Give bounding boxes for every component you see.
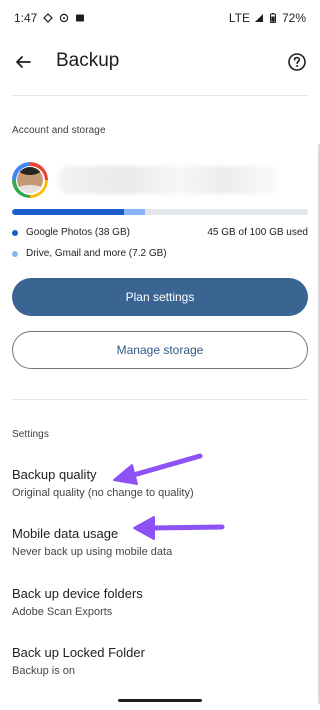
setting-locked-folder[interactable]: Back up Locked Folder Backup is on [12,645,308,678]
legend-photos-label: Google Photos (38 GB) [26,227,130,238]
account-info-blurred [58,166,278,194]
status-right: LTE 72% [229,11,306,25]
setting-subtitle: Backup is on [12,665,75,677]
battery-icon [269,13,276,23]
network-label: LTE [228,11,250,25]
help-icon [288,53,306,71]
photos-notification-icon [76,14,85,22]
annotation-arrow-icon [133,516,225,540]
legend-drive: Drive, Gmail and more (7.2 GB) [12,248,167,259]
section-divider [12,399,308,400]
manage-storage-button[interactable]: Manage storage [12,331,308,369]
drive-dot [12,250,18,257]
signal-icon [254,14,263,22]
section-label-account: Account and storage [12,125,106,136]
plan-settings-button[interactable]: Plan settings [12,278,308,316]
status-time: 1:47 [14,11,38,25]
setting-subtitle: Adobe Scan Exports [12,606,113,618]
legend-photos: Google Photos (38 GB) [12,227,130,238]
help-button[interactable] [284,49,310,75]
avatar[interactable] [12,162,48,198]
annotation-arrow-icon [113,453,203,485]
notification-icon [43,13,54,23]
setting-title: Back up Locked Folder [12,645,145,660]
battery-label: 72% [281,11,306,25]
back-button[interactable] [10,49,36,75]
storage-used-text: 45 GB of 100 GB used [207,227,308,238]
legend-drive-label: Drive, Gmail and more (7.2 GB) [26,248,167,259]
gesture-handle[interactable] [118,699,202,702]
app-bar: Backup [0,36,320,90]
photos-dot [12,229,18,236]
section-label-settings: Settings [12,429,49,440]
setting-subtitle: Original quality (no change to quality) [12,487,194,499]
header-divider [12,95,308,96]
page-title: Backup [56,50,120,71]
setting-device-folders[interactable]: Back up device folders Adobe Scan Export… [12,586,308,619]
storage-fill-photos [12,209,124,215]
storage-bar [12,209,308,215]
status-bar: 1:47 LTE 72% [0,0,320,36]
setting-title: Back up device folders [12,586,143,601]
sync-icon [60,13,69,23]
storage-fill-drive [124,209,145,215]
status-left: 1:47 [14,11,85,25]
arrow-back-icon [16,56,31,68]
avatar-photo [17,167,43,193]
setting-subtitle: Never back up using mobile data [12,546,173,558]
